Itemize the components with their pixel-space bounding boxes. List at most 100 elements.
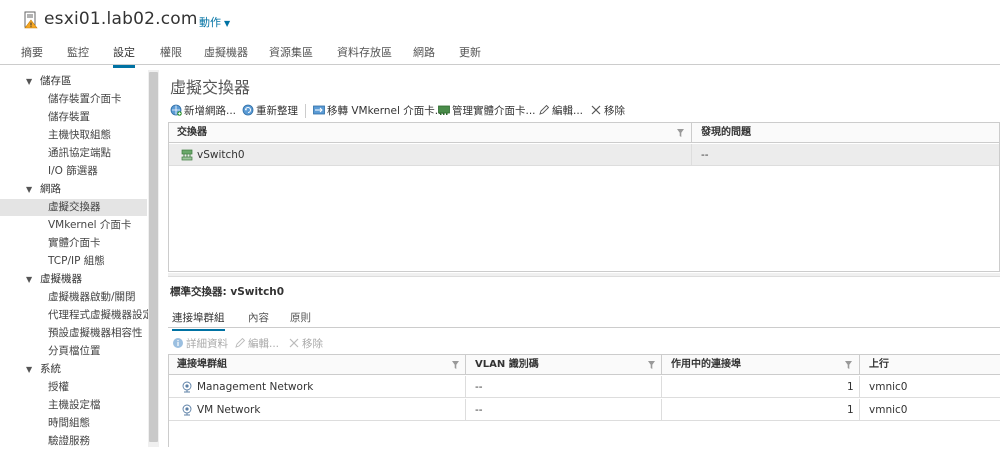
caret-down-icon: ▼ bbox=[26, 77, 33, 86]
nav-item-virtual-switches[interactable]: 虛擬交換器 bbox=[0, 199, 147, 216]
details-label: 詳細資料 bbox=[186, 338, 228, 350]
column-divider bbox=[465, 399, 466, 421]
column-divider[interactable] bbox=[859, 355, 860, 375]
manage-physical-adapters-button[interactable]: 管理實體介面卡... bbox=[438, 102, 536, 120]
nav-scrollbar[interactable] bbox=[148, 70, 159, 447]
nav-item-vm-startup-shutdown[interactable]: 虛擬機器啟動/關閉 bbox=[0, 289, 147, 306]
switch-name: vSwitch0 bbox=[197, 149, 245, 161]
column-divider[interactable] bbox=[691, 123, 692, 143]
add-network-button[interactable]: 新增網路... bbox=[170, 102, 236, 120]
details-button[interactable]: 詳細資料 bbox=[172, 335, 228, 353]
column-divider[interactable] bbox=[661, 355, 662, 375]
tab-networks[interactable]: 網路 bbox=[413, 44, 435, 65]
nav-item-io-filters[interactable]: I/O 篩選器 bbox=[0, 163, 147, 180]
column-header-port-group[interactable]: 連接埠群組 bbox=[169, 355, 227, 375]
migrate-vmkernel-button[interactable]: 移轉 VMkernel 介面卡... bbox=[313, 102, 445, 120]
column-divider bbox=[859, 399, 860, 421]
column-header-switch[interactable]: 交換器 bbox=[169, 123, 207, 143]
nav-item-physical-adapters[interactable]: 實體介面卡 bbox=[0, 235, 147, 252]
tab-properties[interactable]: 內容 bbox=[248, 310, 269, 329]
port-group-grid: 連接埠群組 VLAN 識別碼 作用中的連接埠 上行 Management Net… bbox=[168, 354, 1000, 447]
nav-item-vmkernel-adapters[interactable]: VMkernel 介面卡 bbox=[0, 217, 147, 234]
port-group-icon bbox=[182, 381, 192, 393]
remove-label: 移除 bbox=[604, 105, 625, 117]
nav-scrollbar-thumb[interactable] bbox=[149, 72, 158, 442]
table-row[interactable]: Management Network -- 1 vmnic0 bbox=[169, 376, 1000, 398]
edit-port-group-label: 編輯... bbox=[248, 338, 280, 350]
column-header-uplink[interactable]: 上行 bbox=[861, 355, 889, 375]
nav-item-agent-vm-settings[interactable]: 代理程式虛擬機器設定 bbox=[0, 307, 153, 324]
pencil-icon bbox=[235, 337, 246, 348]
nav-group-virtual-machines[interactable]: ▼ 虛擬機器 bbox=[0, 271, 147, 288]
remove-port-group-button[interactable]: 移除 bbox=[288, 335, 323, 353]
nav-item-protocol-endpoints[interactable]: 通訊協定端點 bbox=[0, 145, 147, 162]
port-group-icon bbox=[182, 404, 192, 416]
actions-menu-button[interactable]: 動作 ▼ bbox=[199, 14, 230, 30]
tab-summary[interactable]: 摘要 bbox=[21, 44, 43, 65]
column-divider bbox=[661, 399, 662, 421]
tab-resource-pools[interactable]: 資源集區 bbox=[269, 44, 313, 65]
nav-item-time-config[interactable]: 時間組態 bbox=[0, 415, 147, 432]
panel-splitter[interactable] bbox=[168, 273, 1000, 277]
detail-title: 標準交換器: vSwitch0 bbox=[170, 286, 285, 298]
column-header-active-ports[interactable]: 作用中的連接埠 bbox=[663, 355, 741, 375]
nav-item-host-profile[interactable]: 主機設定檔 bbox=[0, 397, 147, 414]
filter-icon[interactable] bbox=[648, 361, 655, 369]
tab-policies[interactable]: 原則 bbox=[290, 310, 311, 329]
chevron-down-icon: ▼ bbox=[224, 19, 231, 28]
table-row[interactable]: VM Network -- 1 vmnic0 bbox=[169, 399, 1000, 421]
tab-monitor[interactable]: 監控 bbox=[67, 44, 89, 65]
close-icon bbox=[289, 338, 299, 348]
nav-group-system[interactable]: ▼ 系統 bbox=[0, 361, 147, 378]
column-header-vlan[interactable]: VLAN 識別碼 bbox=[467, 355, 539, 375]
caret-down-icon: ▼ bbox=[26, 275, 33, 284]
add-network-icon bbox=[170, 104, 182, 116]
tab-datastores[interactable]: 資料存放區 bbox=[337, 44, 392, 65]
host-warning-icon bbox=[24, 11, 38, 29]
tab-configure[interactable]: 設定 bbox=[113, 44, 135, 68]
nav-item-host-cache[interactable]: 主機快取組態 bbox=[0, 127, 147, 144]
toolbar-divider bbox=[305, 104, 306, 118]
nav-item-storage-adapters[interactable]: 儲存裝置介面卡 bbox=[0, 91, 147, 108]
port-group-uplink: vmnic0 bbox=[869, 404, 908, 416]
edit-port-group-button[interactable]: 編輯... bbox=[234, 335, 279, 353]
tab-vms[interactable]: 虛擬機器 bbox=[204, 44, 248, 65]
table-row[interactable]: vSwitch0 -- bbox=[169, 144, 999, 166]
filter-icon[interactable] bbox=[452, 361, 459, 369]
nav-item-auth-services[interactable]: 驗證服務 bbox=[0, 433, 147, 450]
column-header-issues[interactable]: 發現的問題 bbox=[693, 123, 751, 143]
port-group-grid-header: 連接埠群組 VLAN 識別碼 作用中的連接埠 上行 bbox=[169, 355, 1000, 375]
tab-port-groups[interactable]: 連接埠群組 bbox=[172, 310, 225, 331]
nav-item-storage-devices[interactable]: 儲存裝置 bbox=[0, 109, 147, 126]
main-panel: 虛擬交換器 新增網路... 重新整理 移轉 VMkernel 介面卡... 管理… bbox=[160, 66, 1000, 447]
nav-group-networking[interactable]: ▼ 網路 bbox=[0, 181, 147, 198]
edit-button[interactable]: 編輯... bbox=[538, 102, 583, 120]
filter-icon[interactable] bbox=[845, 361, 852, 369]
vswitch-icon bbox=[181, 149, 193, 161]
physical-adapter-icon bbox=[438, 105, 450, 115]
info-icon bbox=[173, 338, 183, 348]
port-group-active-ports: 1 bbox=[847, 381, 854, 393]
nav-group-storage[interactable]: ▼ 儲存區 bbox=[0, 73, 147, 90]
nav-item-licensing[interactable]: 授權 bbox=[0, 379, 147, 396]
switch-issues: -- bbox=[701, 149, 709, 161]
filter-icon[interactable] bbox=[677, 129, 684, 137]
actions-label: 動作 bbox=[199, 16, 221, 29]
migrate-icon bbox=[313, 105, 325, 115]
tab-permissions[interactable]: 權限 bbox=[160, 44, 182, 65]
column-divider[interactable] bbox=[465, 355, 466, 375]
switch-grid-header: 交換器 發現的問題 bbox=[169, 123, 999, 143]
migrate-vmkernel-label: 移轉 VMkernel 介面卡... bbox=[327, 105, 445, 117]
nav-item-default-vm-compat[interactable]: 預設虛擬機器相容性 bbox=[0, 325, 147, 342]
manage-physical-adapters-label: 管理實體介面卡... bbox=[452, 105, 536, 117]
nav-item-swap-file-location[interactable]: 分頁檔位置 bbox=[0, 343, 147, 360]
add-network-label: 新增網路... bbox=[184, 105, 237, 117]
column-divider bbox=[661, 376, 662, 398]
refresh-button[interactable]: 重新整理 bbox=[242, 102, 298, 120]
nav-item-tcpip-config[interactable]: TCP/IP 組態 bbox=[0, 253, 147, 270]
tab-updates[interactable]: 更新 bbox=[459, 44, 481, 65]
section-title: 虛擬交換器 bbox=[170, 78, 251, 97]
caret-down-icon: ▼ bbox=[26, 185, 33, 194]
remove-button[interactable]: 移除 bbox=[590, 102, 625, 120]
remove-port-group-label: 移除 bbox=[302, 338, 323, 350]
